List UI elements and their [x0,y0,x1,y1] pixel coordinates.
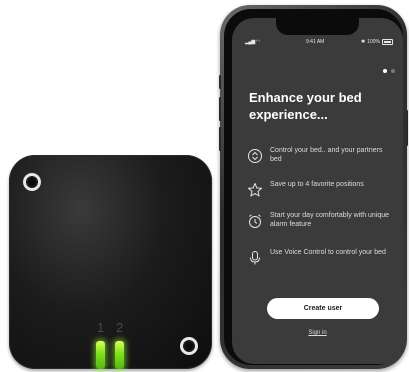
bed-control-icon [248,149,262,163]
product-showcase: 1 2 ▂▄▆ ◠ 9:41 AM ✱ 100% Enhance your be… [0,0,409,372]
page-dot-2[interactable] [391,69,395,73]
feature-item-favorites: Save up to 4 favorite positions [247,180,397,204]
signal-wifi-icon: ▂▄▆ ◠ [245,39,260,45]
battery-icon [382,39,393,45]
phone-bezel: ▂▄▆ ◠ 9:41 AM ✱ 100% Enhance your bed ex… [224,9,403,365]
feature-text: Start your day comfortably with unique a… [270,212,390,228]
feature-text: Control your bed.. and your partners bed [270,147,383,163]
create-user-button[interactable]: Create user [267,298,379,319]
page-indicator [383,69,395,73]
port-2-label: 2 [116,320,124,335]
alarm-clock-icon [249,214,261,228]
phone-side-button [219,75,221,89]
battery-percent: 100% [367,39,380,45]
feature-item-control-bed: Control your bed.. and your partners bed [247,146,397,170]
microphone-icon [250,251,260,265]
port-2-led-indicator [115,341,124,369]
phone-power-button [406,110,408,146]
feature-text: Save up to 4 favorite positions [270,181,364,188]
star-icon [247,183,263,197]
status-right-group: ✱ 100% [361,39,393,45]
bed-control-hub-device: 1 2 [9,155,212,369]
page-dot-1[interactable] [383,69,387,73]
feature-item-voice-control: Use Voice Control to control your bed [247,248,397,272]
status-time: 9:41 AM [306,39,325,45]
status-bar: ▂▄▆ ◠ 9:41 AM ✱ 100% [232,39,403,49]
feature-item-alarm: Start your day comfortably with unique a… [247,211,397,235]
smartphone: ▂▄▆ ◠ 9:41 AM ✱ 100% Enhance your bed ex… [219,5,408,369]
sign-in-link[interactable]: Sign in [232,330,403,336]
mounting-hole-bottom-right [180,337,198,355]
phone-volume-up-button [219,97,221,121]
feature-text: Use Voice Control to control your bed [270,249,386,256]
mounting-hole-top-left [23,173,41,191]
port-1-led-indicator [96,341,105,369]
phone-volume-down-button [219,127,221,151]
app-onboarding-screen: ▂▄▆ ◠ 9:41 AM ✱ 100% Enhance your bed ex… [232,18,403,364]
onboarding-headline: Enhance your bed experience... [249,90,362,122]
bluetooth-icon: ✱ [361,39,366,45]
phone-notch [276,18,359,35]
port-1-label: 1 [97,320,105,335]
